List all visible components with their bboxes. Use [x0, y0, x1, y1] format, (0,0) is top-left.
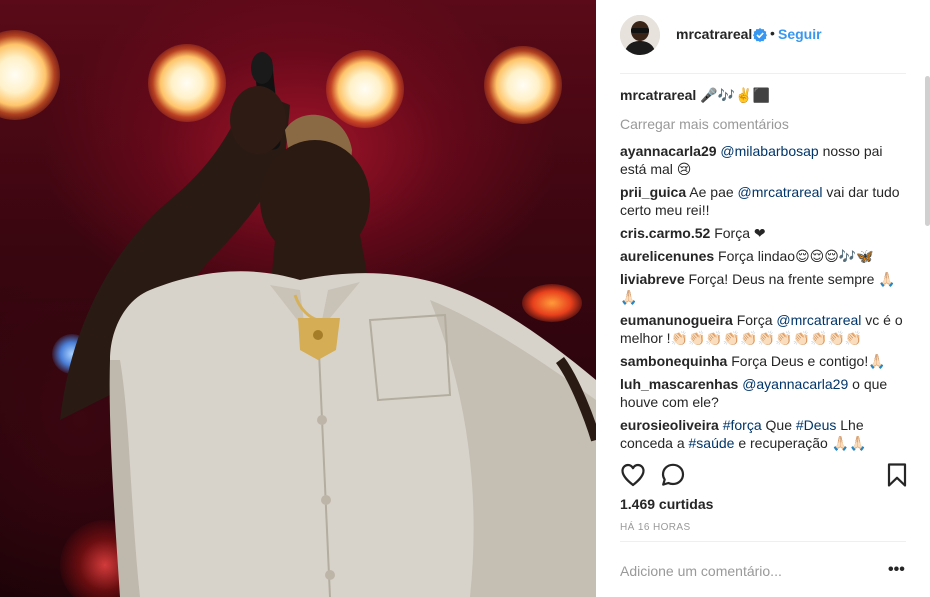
comment-username[interactable]: eurosieoliveira — [620, 417, 719, 433]
comment-item: prii_guica Ae pae @mrcatrareal vai dar t… — [620, 183, 904, 219]
comment-item: eurosieoliveira #força Que #Deus Lhe con… — [620, 416, 904, 452]
comment-mention[interactable]: @ayannacarla29 — [742, 376, 848, 392]
comment-username[interactable]: prii_guica — [620, 184, 686, 200]
comment-item: ayannacarla29 @milabarbosap nosso pai es… — [620, 142, 904, 178]
singer-figure — [60, 52, 596, 597]
follow-button[interactable]: Seguir — [778, 26, 822, 42]
comment-text: Ae pae — [689, 184, 738, 200]
divider — [620, 541, 906, 542]
divider — [620, 73, 906, 74]
comment-username[interactable]: liviabreve — [620, 271, 685, 287]
comment-text: Força Deus e contigo!🙏🏻 — [731, 353, 886, 369]
comment-text: Que — [761, 417, 796, 433]
add-comment-input[interactable] — [620, 562, 880, 580]
action-bar — [620, 462, 910, 488]
post-photo — [0, 0, 596, 597]
comment-username[interactable]: cris.carmo.52 — [620, 225, 710, 241]
comment-item: liviabreve Força! Deus na frente sempre … — [620, 270, 904, 306]
comment-item: cris.carmo.52 Força ❤ — [620, 224, 904, 242]
comment-text: Força lindao😌😌😌🎶🦋 — [718, 248, 874, 264]
comment-item: aurelicenunes Força lindao😌😌😌🎶🦋 — [620, 247, 904, 265]
post-header: mrcatrareal • Seguir — [596, 0, 930, 72]
verified-badge-icon — [753, 28, 767, 42]
comment-username[interactable]: sambonequinha — [620, 353, 727, 369]
comment-hashtag[interactable]: #força — [723, 417, 762, 433]
comment-username[interactable]: aurelicenunes — [620, 248, 714, 264]
comment-text: e recuperação 🙏🏻🙏🏻 — [734, 435, 867, 451]
more-options-button[interactable]: ••• — [888, 562, 905, 578]
header-separator: • — [770, 25, 775, 41]
caption-text: 🎤🎶✌️⬛ — [700, 87, 770, 103]
post-timestamp[interactable]: HÁ 16 HORAS — [620, 522, 691, 533]
load-more-comments-button[interactable]: Carregar mais comentários — [620, 115, 904, 133]
comment-item: eumanunogueira Força @mrcatrareal vc é o… — [620, 311, 904, 347]
post-sidebar: mrcatrareal • Seguir mrcatrareal 🎤🎶✌️⬛ C… — [596, 0, 930, 597]
comments-list[interactable]: mrcatrareal 🎤🎶✌️⬛ Carregar mais comentár… — [620, 86, 904, 454]
likes-count[interactable]: 1.469 curtidas — [620, 496, 713, 512]
comment-bubble-icon[interactable] — [660, 462, 686, 488]
comment-username[interactable]: ayannacarla29 — [620, 143, 717, 159]
comment-text: Força ❤ — [714, 225, 766, 241]
comment-item: luh_mascarenhas @ayannacarla29 o que hou… — [620, 375, 904, 411]
caption-username[interactable]: mrcatrareal — [620, 87, 696, 103]
comment-mention[interactable]: @mrcatrareal — [738, 184, 823, 200]
avatar[interactable] — [620, 15, 660, 55]
comments-scrollbar[interactable] — [925, 76, 930, 226]
bookmark-icon[interactable] — [884, 462, 910, 488]
comment-mention[interactable]: @milabarbosap — [720, 143, 818, 159]
comment-mention[interactable]: @mrcatrareal — [776, 312, 861, 328]
heart-icon[interactable] — [620, 462, 646, 488]
comment-text: Força — [736, 312, 777, 328]
comment-item: sambonequinha Força Deus e contigo!🙏🏻 — [620, 352, 904, 370]
header-username[interactable]: mrcatrareal — [676, 26, 752, 42]
comment-hashtag[interactable]: #Deus — [796, 417, 836, 433]
comment-hashtag[interactable]: #saúde — [689, 435, 735, 451]
comment-username[interactable]: luh_mascarenhas — [620, 376, 738, 392]
caption: mrcatrareal 🎤🎶✌️⬛ — [620, 86, 904, 104]
comment-username[interactable]: eumanunogueira — [620, 312, 733, 328]
